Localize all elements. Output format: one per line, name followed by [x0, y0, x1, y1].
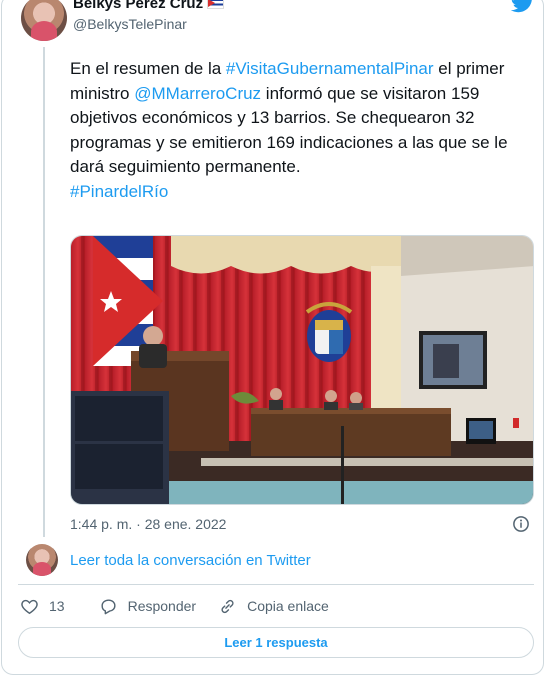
- mention-link[interactable]: @MMarreroCruz: [134, 84, 261, 103]
- tweet-text-segment: En el resumen de la: [70, 59, 226, 78]
- reply-bubble-icon: [101, 598, 116, 614]
- link-icon: [221, 599, 234, 613]
- like-count: 13: [49, 598, 65, 614]
- copy-link-label: Copia enlace: [247, 598, 329, 614]
- reply-button[interactable]: Responder: [99, 597, 197, 616]
- copy-link-button[interactable]: Copia enlace: [218, 597, 329, 616]
- tweet-timestamp[interactable]: 1:44 p. m. · 28 ene. 2022: [70, 516, 226, 532]
- author-avatar[interactable]: [21, 0, 67, 41]
- heart-icon: [21, 599, 38, 614]
- reply-label: Responder: [127, 598, 197, 614]
- author-handle[interactable]: @BelkysTelePinar: [73, 16, 187, 32]
- info-icon[interactable]: [512, 515, 530, 533]
- hashtag-link[interactable]: #VisitaGubernamentalPinar: [226, 59, 434, 78]
- like-button[interactable]: 13: [20, 597, 65, 616]
- action-bar: 13 Responder Copia enlace: [20, 595, 351, 617]
- twitter-logo-icon[interactable]: [511, 0, 535, 13]
- assembly-photo: [71, 236, 533, 504]
- hashtag-link[interactable]: #PinardelRío: [70, 182, 168, 201]
- read-replies-button[interactable]: Leer 1 respuesta: [18, 627, 534, 658]
- cuba-flag-icon: [207, 0, 225, 9]
- tweet-photo[interactable]: [70, 235, 534, 505]
- author-name[interactable]: Belkys Pérez Cruz: [73, 0, 225, 13]
- conversation-avatar[interactable]: [26, 544, 58, 576]
- thread-line: [43, 47, 45, 537]
- divider: [18, 584, 534, 585]
- read-conversation-link[interactable]: Leer toda la conversación en Twitter: [70, 552, 311, 569]
- tweet-text: En el resumen de la #VisitaGubernamental…: [70, 57, 530, 204]
